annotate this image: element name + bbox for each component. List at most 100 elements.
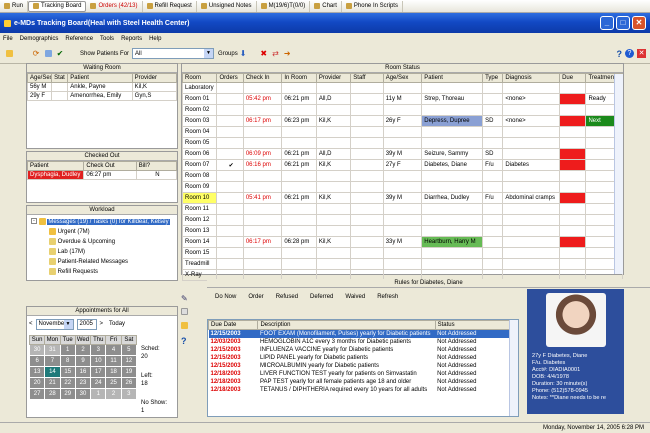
taskbar-item-4[interactable]: Unsigned Notes (197, 0, 257, 12)
room-row[interactable]: Room 14 06:17 pm 06:28 pm Kil,K 33y M Heartbu… (181, 236, 623, 248)
room-row[interactable]: Room 10 05:41 pm 06:21 pm Kil,K 39y M Diarrhe… (181, 192, 623, 204)
calendar-day[interactable]: 30 (28, 344, 46, 356)
calendar-day[interactable]: 26 (120, 377, 138, 389)
room-row[interactable]: Room 12 (181, 214, 623, 226)
column-header[interactable]: Staff (350, 73, 384, 83)
calendar-day[interactable]: 23 (74, 377, 92, 389)
column-header[interactable]: Check Out (83, 161, 137, 171)
arrow-down-icon[interactable]: ⬇ (240, 49, 247, 58)
calendar-day[interactable]: 15 (59, 366, 76, 378)
column-header[interactable]: Patient (67, 73, 133, 83)
rules-scrollbar[interactable] (509, 320, 518, 416)
calendar-day[interactable]: 31 (44, 344, 61, 356)
room-row[interactable]: Room 09 (181, 181, 623, 193)
taskbar-item-2[interactable]: Orders (42/13) (86, 0, 143, 12)
prev-month-button[interactable]: < (29, 321, 33, 327)
column-header[interactable]: Provider (315, 73, 352, 83)
column-header[interactable]: Patient (421, 73, 484, 83)
rule-row[interactable]: 12/18/2003 TETANUS / DIPHTHERIA required … (209, 386, 518, 394)
room-status-scrollbar[interactable] (614, 74, 623, 274)
column-header[interactable]: Due (559, 73, 587, 83)
rule-row[interactable]: 12/15/2003 FOOT EXAM (Monofilament, Pulse… (208, 329, 518, 338)
rule-action-refused[interactable]: Refused (276, 294, 298, 302)
menu-tools[interactable]: Tools (100, 36, 114, 42)
calendar-day[interactable]: 2 (105, 388, 122, 400)
calendar-day[interactable]: 9 (74, 355, 92, 367)
menu-reference[interactable]: Reference (65, 36, 93, 42)
calendar-day[interactable]: 22 (59, 377, 76, 389)
refresh-icon[interactable]: ⟳ (30, 48, 42, 60)
calendar-day[interactable]: 30 (74, 388, 92, 400)
rule-row[interactable]: 12/15/2003 INFLUENZA VACCINE yearly for D… (209, 346, 518, 354)
rule-row[interactable]: 12/18/2003 PAP TEST yearly for all female… (209, 378, 518, 386)
column-header[interactable]: Provider (131, 73, 178, 83)
calendar-day[interactable]: 8 (59, 355, 76, 367)
close-button[interactable]: ✕ (632, 16, 646, 30)
column-header[interactable]: Bill? (135, 161, 178, 171)
calendar-day[interactable]: 20 (28, 377, 46, 389)
calendar-day[interactable]: 12 (120, 355, 138, 367)
mail-icon[interactable] (42, 48, 54, 60)
rule-row[interactable]: 12/15/2003 MICROALBUMIN yearly for Diabet… (209, 362, 518, 370)
calendar-day[interactable]: 27 (28, 388, 46, 400)
workload-item[interactable]: Patient-Related Messages (31, 257, 177, 267)
column-header[interactable]: Due Date (207, 320, 259, 330)
workload-root[interactable]: - Messages (19) / Tasks (0) for Killdear… (31, 217, 177, 227)
month-select[interactable]: November ▼ (35, 318, 74, 330)
folder-icon[interactable] (181, 322, 207, 336)
workload-item[interactable]: Lab (17M) (31, 247, 177, 257)
calendar-day[interactable]: 3 (90, 344, 107, 356)
exit-icon[interactable]: ✕ (637, 49, 646, 58)
transfer-icon[interactable]: ➜ (284, 49, 291, 58)
room-row[interactable]: Room 15 (181, 247, 623, 259)
calendar-day[interactable]: 16 (74, 366, 92, 378)
column-header[interactable]: Check In (242, 73, 283, 83)
calendar-day[interactable]: 29 (59, 388, 76, 400)
maximize-button[interactable]: □ (616, 16, 630, 30)
column-header[interactable]: Stat (51, 73, 69, 83)
calendar-day[interactable]: 28 (44, 388, 61, 400)
room-row[interactable]: Room 02 (181, 104, 623, 116)
calendar-day[interactable]: 3 (120, 388, 138, 400)
taskbar-item-1[interactable]: Tracking Board (28, 0, 87, 12)
taskbar-item-0[interactable]: Run (0, 0, 29, 12)
workload-item[interactable]: Refill Requests (31, 267, 177, 277)
column-header[interactable]: Diagnosis (502, 73, 561, 83)
calendar-day[interactable]: 2 (74, 344, 92, 356)
column-header[interactable]: Type (482, 73, 504, 83)
calendar-day[interactable]: 14 (44, 366, 61, 378)
calendar-day[interactable]: 1 (59, 344, 76, 356)
rule-action-order[interactable]: Order (248, 294, 263, 302)
rule-action-waived[interactable]: Waived (345, 294, 365, 302)
calendar-day[interactable]: 10 (90, 355, 107, 367)
workload-item[interactable]: Urgent (7M) (31, 227, 177, 237)
calendar-day[interactable]: 4 (105, 344, 122, 356)
room-row[interactable]: Room 04 (181, 126, 623, 138)
pen-icon[interactable]: ✎ (181, 294, 207, 308)
calendar-day[interactable]: 1 (90, 388, 107, 400)
calendar-day[interactable]: 5 (120, 344, 138, 356)
move-icon[interactable]: ⇄ (272, 49, 279, 58)
menu-reports[interactable]: Reports (121, 36, 142, 42)
year-select[interactable]: 2005 (76, 318, 97, 330)
menu-help[interactable]: Help (149, 36, 161, 42)
rule-row[interactable]: 12/15/2003 LIPID PANEL yearly for Diabeti… (209, 354, 518, 362)
rule-action-refresh[interactable]: Refresh (377, 294, 398, 302)
table-row[interactable]: Dysphagia, Dudley 06:27 pm N (26, 170, 178, 180)
help-icon[interactable]: ? (181, 336, 207, 350)
today-button[interactable]: Today (109, 321, 125, 327)
workload-item[interactable]: Overdue & Upcoming (31, 237, 177, 247)
rule-row[interactable]: 12/18/2003 LIVER FUNCTION TEST yearly for… (209, 370, 518, 378)
calendar-day[interactable]: 13 (28, 366, 46, 378)
room-row[interactable]: Room 13 (181, 225, 623, 237)
document-icon[interactable] (181, 308, 207, 322)
column-header[interactable]: Description (257, 320, 436, 330)
menu-demographics[interactable]: Demographics (20, 36, 59, 42)
column-header[interactable]: Patient (26, 161, 85, 171)
calendar-day[interactable]: 24 (90, 377, 107, 389)
calendar-day[interactable]: 6 (28, 355, 46, 367)
taskbar-item-7[interactable]: Phone In Scripts (342, 0, 403, 12)
next-month-button[interactable]: > (100, 321, 104, 327)
calendar-day[interactable]: 25 (105, 377, 122, 389)
column-header[interactable]: In Room (281, 73, 317, 83)
